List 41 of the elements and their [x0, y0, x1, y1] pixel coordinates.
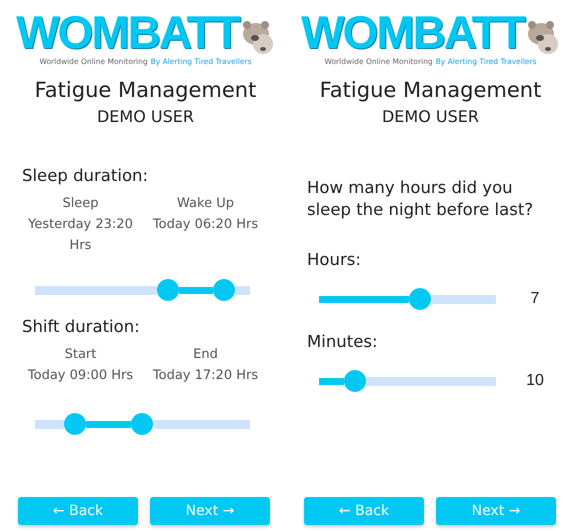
- page-title: Fatigue Management: [318, 77, 542, 103]
- time-value: Today 17:20 Hrs: [152, 367, 258, 385]
- slider-value: 10: [525, 372, 545, 390]
- time-label: Start: [64, 346, 96, 364]
- back-button[interactable]: ← Back: [304, 497, 424, 525]
- user-name: DEMO USER: [96, 107, 195, 127]
- slider-rail: [430, 294, 496, 304]
- time-value: Today 06:20 Hrs: [152, 216, 258, 234]
- question-text: How many hours did you sleep the night before last?: [306, 177, 534, 221]
- slider-label: Hours:: [306, 249, 362, 271]
- range-slider-track[interactable]: [35, 413, 250, 435]
- next-button[interactable]: Next →: [436, 497, 556, 525]
- slider-fill: [319, 378, 344, 384]
- slider-value: 7: [530, 290, 540, 308]
- time-label: Wake Up: [177, 195, 234, 213]
- time-value: Yesterday 23:20 Hrs: [27, 216, 134, 255]
- slider-track[interactable]: [319, 288, 496, 310]
- slider-track[interactable]: [319, 370, 496, 392]
- slider-rail: [234, 286, 250, 294]
- slider-rail: [35, 420, 64, 428]
- slider-thumb[interactable]: [156, 279, 179, 301]
- time-label: Sleep: [62, 195, 99, 213]
- section-heading: Sleep duration:: [21, 165, 150, 187]
- range-fill: [178, 286, 213, 294]
- slider-thumb[interactable]: [344, 370, 366, 392]
- section-heading: Shift duration:: [21, 316, 141, 338]
- slider-label: Minutes:: [306, 331, 379, 353]
- logo-wordmark: WOMBATT: [301, 8, 524, 56]
- next-button[interactable]: Next →: [150, 497, 270, 525]
- slider-thumb[interactable]: [408, 288, 431, 310]
- time-label: End: [193, 346, 218, 364]
- user-name: DEMO USER: [380, 107, 480, 127]
- page-title: Fatigue Management: [34, 77, 258, 103]
- back-button[interactable]: ← Back: [18, 497, 138, 525]
- slider-thumb[interactable]: [131, 413, 154, 435]
- time-value: Today 09:00 Hrs: [28, 367, 134, 385]
- logo-wordmark: WOMBATT: [16, 8, 239, 56]
- range-fill: [86, 420, 132, 428]
- range-slider-track[interactable]: [35, 279, 250, 301]
- slider-thumb[interactable]: [64, 413, 86, 435]
- slider-thumb[interactable]: [212, 279, 235, 301]
